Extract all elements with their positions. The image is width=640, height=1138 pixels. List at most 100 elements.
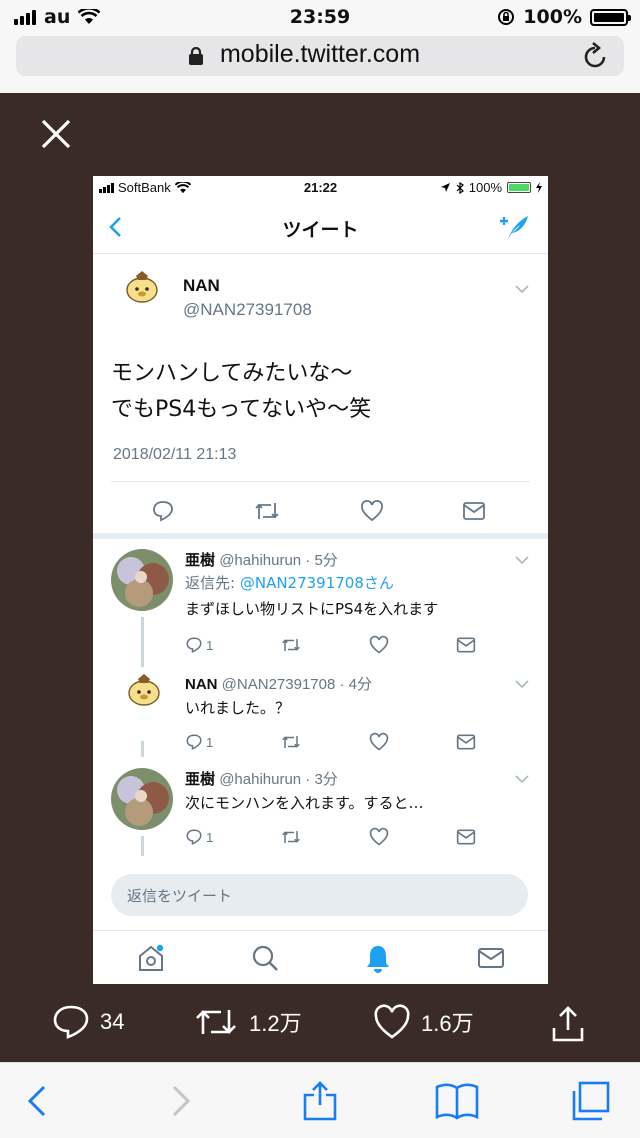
reply-actions: 1 bbox=[185, 826, 476, 848]
heart-icon bbox=[374, 1004, 410, 1039]
tweet-stats: 34 1.2万 1.6万 bbox=[0, 1004, 640, 1048]
tweet-text-line-2: でもPS4もってないや〜笑 bbox=[111, 397, 372, 422]
retweet-icon bbox=[196, 1010, 236, 1034]
chevron-down-icon[interactable] bbox=[514, 555, 530, 565]
reply-tweet[interactable]: 亜樹 @hahihurun · 5分 返信先: @NAN27391708さん ま… bbox=[93, 539, 548, 667]
like-stat-count: 1.6万 bbox=[421, 1011, 474, 1036]
reply-author-name[interactable]: 亜樹 bbox=[185, 771, 215, 788]
reply-text: 次にモンハンを入れます。すると… bbox=[185, 794, 424, 812]
message-icon[interactable] bbox=[456, 635, 476, 655]
reply-tweet[interactable]: NAN @NAN27391708 · 4分 いれました。？ 1 bbox=[93, 663, 548, 757]
thread-line bbox=[141, 836, 144, 856]
tweet-timestamp: 2018/02/11 21:13 bbox=[113, 446, 237, 463]
tabs-icon[interactable] bbox=[570, 1081, 610, 1121]
messages-icon[interactable] bbox=[477, 946, 505, 970]
reply-count: 1 bbox=[206, 829, 214, 845]
main-tweet[interactable]: NAN @NAN27391708 モンハンしてみたいな〜 でもPS4もってないや… bbox=[93, 254, 548, 537]
chevron-down-icon[interactable] bbox=[514, 679, 530, 689]
reply-stat[interactable]: 34 bbox=[52, 1004, 124, 1040]
close-icon[interactable] bbox=[40, 118, 72, 150]
search-icon[interactable] bbox=[251, 944, 279, 972]
message-icon[interactable] bbox=[456, 732, 476, 752]
rotation-lock-icon bbox=[498, 9, 515, 25]
reply-icon[interactable] bbox=[151, 499, 175, 523]
reply-button[interactable]: 1 bbox=[185, 828, 213, 846]
retweet-icon[interactable] bbox=[253, 499, 281, 523]
reply-to-link[interactable]: @NAN27391708さん bbox=[240, 574, 394, 592]
reply-actions: 1 bbox=[185, 731, 476, 753]
charging-icon bbox=[536, 182, 542, 193]
browser-top-chrome: au 23:59 100% mobile.twitter.com bbox=[0, 0, 640, 93]
heart-icon[interactable] bbox=[360, 499, 384, 523]
battery-icon bbox=[507, 182, 531, 193]
avatar-pompompurin[interactable] bbox=[125, 671, 163, 709]
reply-tweet[interactable]: 亜樹 @hahihurun · 3分 次にモンハンを入れます。すると… 1 bbox=[93, 758, 548, 858]
browser-toolbar bbox=[0, 1062, 640, 1138]
tweet-header: ツイート bbox=[93, 200, 548, 254]
notifications-bell-icon[interactable] bbox=[364, 943, 392, 973]
avatar-aki[interactable] bbox=[111, 549, 173, 611]
reply-stat-count: 34 bbox=[100, 1009, 125, 1034]
share-icon[interactable] bbox=[548, 1004, 588, 1044]
url-text: mobile.twitter.com bbox=[219, 40, 421, 68]
like-stat[interactable]: 1.6万 bbox=[373, 1004, 474, 1040]
avatar-aki[interactable] bbox=[111, 768, 173, 830]
back-icon[interactable] bbox=[18, 1081, 58, 1121]
reply-text: まずほしい物リストにPS4を入れます bbox=[185, 600, 439, 618]
reply-button[interactable]: 1 bbox=[185, 733, 213, 751]
reply-meta[interactable]: @hahihurun · 3分 bbox=[219, 771, 338, 788]
retweet-icon[interactable] bbox=[280, 733, 302, 751]
status-bar: au 23:59 100% bbox=[0, 0, 640, 34]
chevron-down-icon[interactable] bbox=[514, 774, 530, 784]
tweet-author-name[interactable]: NAN bbox=[183, 276, 220, 296]
reply-button[interactable]: 1 bbox=[185, 636, 213, 654]
bluetooth-icon bbox=[456, 181, 464, 194]
battery-icon bbox=[590, 8, 631, 26]
share-icon[interactable] bbox=[300, 1081, 340, 1121]
reply-text: いれました。？ bbox=[185, 699, 291, 717]
avatar-pompompurin[interactable] bbox=[123, 268, 161, 306]
message-icon[interactable] bbox=[456, 827, 476, 847]
chevron-down-icon[interactable] bbox=[514, 284, 530, 294]
thread-line bbox=[141, 617, 144, 667]
inner-battery-percent: 100% bbox=[468, 180, 502, 195]
message-icon[interactable] bbox=[462, 499, 486, 523]
reply-icon bbox=[186, 637, 202, 653]
location-icon bbox=[440, 183, 450, 192]
tweet-author-handle[interactable]: @NAN27391708 bbox=[183, 300, 312, 320]
reply-to-label: 返信先: bbox=[185, 574, 236, 592]
tweet-actions bbox=[151, 498, 486, 524]
retweet-stat[interactable]: 1.2万 bbox=[193, 1004, 302, 1040]
reply-count: 1 bbox=[206, 637, 214, 653]
reload-icon[interactable] bbox=[580, 42, 610, 72]
embedded-screenshot: SoftBank 21:22 100% ツイート NAN @NAN2739170… bbox=[93, 176, 548, 984]
thread-line bbox=[141, 741, 144, 757]
reply-count: 1 bbox=[206, 734, 214, 750]
address-bar[interactable]: mobile.twitter.com bbox=[16, 36, 624, 76]
home-icon[interactable] bbox=[136, 943, 166, 973]
reply-actions: 1 bbox=[185, 634, 476, 656]
heart-icon[interactable] bbox=[369, 635, 389, 655]
inner-status-bar: SoftBank 21:22 100% bbox=[93, 176, 548, 200]
tweet-text: モンハンしてみたいな〜 でもPS4もってないや〜笑 bbox=[111, 356, 371, 428]
retweet-stat-count: 1.2万 bbox=[249, 1011, 302, 1036]
reply-meta[interactable]: @hahihurun · 5分 bbox=[219, 552, 338, 569]
heart-icon[interactable] bbox=[369, 827, 389, 847]
retweet-icon[interactable] bbox=[280, 636, 302, 654]
reply-author-name[interactable]: NAN bbox=[185, 676, 218, 693]
heart-icon[interactable] bbox=[369, 732, 389, 752]
reply-input[interactable]: 返信をツイート bbox=[111, 874, 528, 916]
reply-placeholder: 返信をツイート bbox=[127, 887, 233, 905]
battery-percent: 100% bbox=[523, 6, 582, 28]
tweet-text-line-1: モンハンしてみたいな〜 bbox=[111, 361, 353, 386]
reply-icon bbox=[186, 734, 202, 750]
forward-icon[interactable] bbox=[160, 1081, 200, 1121]
bookmarks-icon[interactable] bbox=[434, 1081, 480, 1121]
page-title: ツイート bbox=[282, 219, 359, 241]
retweet-icon[interactable] bbox=[280, 828, 302, 846]
divider bbox=[111, 481, 530, 482]
reply-icon bbox=[186, 829, 202, 845]
compose-icon[interactable] bbox=[498, 214, 530, 240]
reply-meta[interactable]: @NAN27391708 · 4分 bbox=[222, 676, 372, 693]
reply-author-name[interactable]: 亜樹 bbox=[185, 552, 215, 569]
